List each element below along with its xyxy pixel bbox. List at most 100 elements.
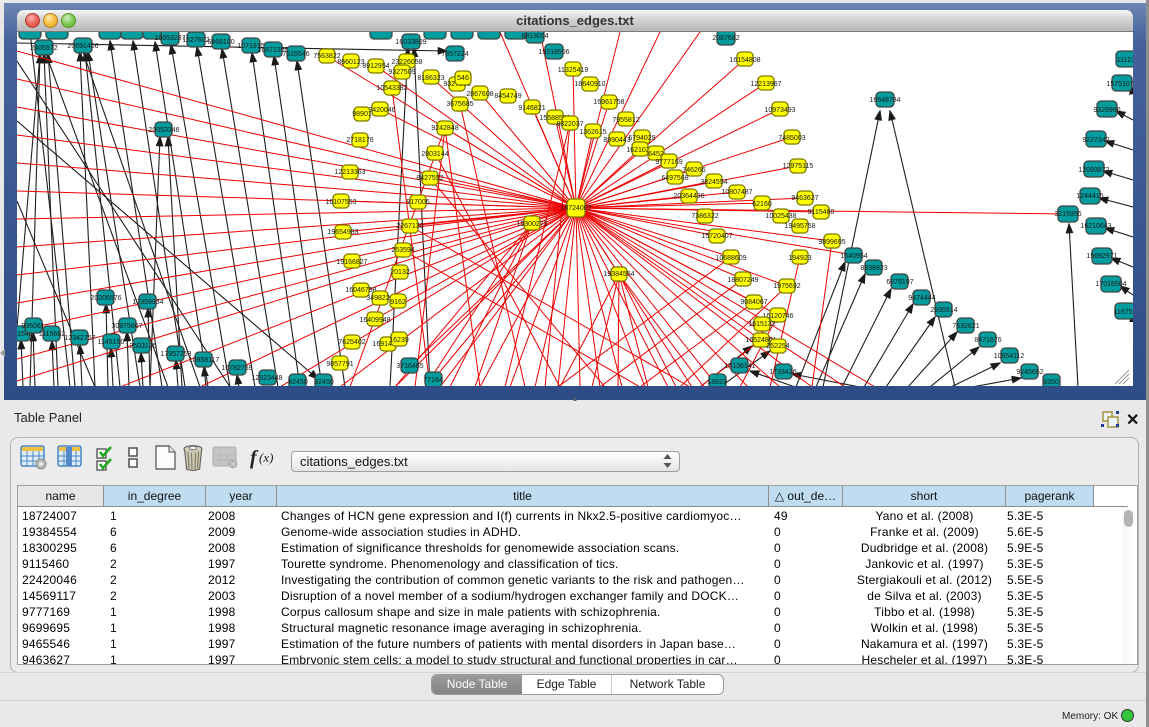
svg-text:10543382: 10543382: [376, 85, 407, 92]
svg-text:16409948: 16409948: [359, 317, 390, 324]
svg-text:30975867: 30975867: [111, 323, 142, 330]
svg-text:8322037: 8322037: [556, 121, 583, 128]
svg-text:2718176: 2718176: [346, 137, 373, 144]
svg-text:6466160: 6466160: [207, 39, 234, 46]
svg-text:9227342: 9227342: [1082, 137, 1109, 144]
svg-text:82450: 82450: [288, 379, 308, 386]
svg-text:12213363: 12213363: [334, 169, 365, 176]
svg-text:6794028: 6794028: [628, 135, 655, 142]
svg-text:194923: 194923: [788, 255, 811, 262]
svg-text:92450: 92450: [314, 379, 334, 386]
svg-text:8471676: 8471676: [974, 337, 1001, 344]
svg-text:9350: 9350: [1043, 379, 1059, 386]
svg-text:1145190: 1145190: [98, 339, 125, 346]
svg-text:16210643: 16210643: [1080, 223, 1111, 230]
svg-text:10807487: 10807487: [721, 189, 752, 196]
svg-text:9084067: 9084067: [740, 299, 767, 306]
svg-text:10973493: 10973493: [764, 107, 795, 114]
svg-text:10958117: 10958117: [189, 357, 220, 364]
svg-text:6879197: 6879197: [886, 279, 913, 286]
svg-text:7625402: 7625402: [338, 339, 365, 346]
svg-text:8186323: 8186323: [417, 75, 444, 82]
svg-text:18807249: 18807249: [727, 277, 758, 284]
svg-text:9242848: 9242848: [431, 125, 458, 132]
svg-text:16782759: 16782759: [221, 365, 252, 372]
svg-text:12213967: 12213967: [750, 81, 781, 88]
svg-text:7386322: 7386322: [691, 213, 718, 220]
svg-text:9777169: 9777169: [655, 159, 682, 166]
svg-text:2935514: 2935514: [930, 307, 957, 314]
svg-text:7632621: 7632621: [952, 323, 979, 330]
svg-text:19166827: 19166827: [336, 259, 367, 266]
svg-text:10653287: 10653287: [154, 35, 185, 42]
svg-text:7515546: 7515546: [282, 51, 309, 58]
svg-text:14136141: 14136141: [724, 363, 755, 370]
svg-text:9463627: 9463627: [791, 195, 818, 202]
svg-text:9146821: 9146821: [518, 105, 545, 112]
svg-text:8427552: 8427552: [416, 175, 443, 182]
svg-text:15692971: 15692971: [1086, 253, 1117, 260]
svg-text:(x): (x): [259, 450, 273, 465]
svg-text:10654112: 10654112: [994, 353, 1025, 360]
svg-text:8938923: 8938923: [860, 265, 887, 272]
svg-text:8813054: 8813054: [521, 33, 548, 40]
svg-text:17359934: 17359934: [132, 299, 163, 306]
svg-text:1733426: 1733426: [769, 369, 796, 376]
svg-text:7485003: 7485003: [778, 135, 805, 142]
svg-text:16154808: 16154808: [729, 57, 760, 64]
svg-text:12342757: 12342757: [64, 335, 95, 342]
svg-text:3824554: 3824554: [700, 179, 727, 186]
svg-text:17016504: 17016504: [1095, 281, 1126, 288]
svg-text:2405572: 2405572: [30, 45, 57, 52]
svg-text:546: 546: [457, 75, 469, 82]
svg-text:10688609: 10688609: [715, 255, 746, 262]
svg-text:10025438: 10025438: [765, 213, 796, 220]
svg-text:935061: 935061: [21, 323, 44, 330]
svg-text:253594: 253594: [391, 247, 414, 254]
svg-text:20691406: 20691406: [67, 43, 98, 50]
svg-text:2803144: 2803144: [421, 151, 448, 158]
svg-text:12503135: 12503135: [125, 343, 156, 350]
svg-text:9329966: 9329966: [1093, 107, 1120, 114]
svg-text:15751074: 15751074: [1106, 81, 1133, 88]
svg-text:19300273: 19300273: [516, 221, 547, 228]
svg-text:16648784: 16648784: [869, 97, 900, 104]
svg-text:12093872: 12093872: [1078, 167, 1109, 174]
svg-text:19495758: 19495758: [784, 223, 815, 230]
svg-text:7955812: 7955812: [612, 117, 639, 124]
svg-text:3675685: 3675685: [446, 101, 473, 108]
svg-text:252254: 252254: [766, 343, 789, 350]
svg-text:18640910: 18640910: [574, 81, 605, 88]
svg-text:19218506: 19218506: [538, 49, 569, 56]
svg-text:8990443: 8990443: [603, 137, 630, 144]
svg-text:12975115: 12975115: [783, 163, 814, 170]
svg-text:746266: 746266: [682, 167, 705, 174]
svg-text:9899695: 9899695: [818, 239, 845, 246]
svg-text:1244415: 1244415: [1076, 193, 1103, 200]
svg-text:11123: 11123: [1117, 57, 1133, 64]
svg-text:19384554: 19384554: [603, 271, 634, 278]
svg-text:1115682: 1115682: [39, 331, 65, 338]
svg-text:20364436: 20364436: [673, 193, 704, 200]
svg-text:9115460: 9115460: [808, 209, 835, 216]
svg-text:19654983: 19654983: [327, 229, 358, 236]
svg-text:6497568: 6497568: [661, 175, 688, 182]
svg-text:9245652: 9245652: [1016, 369, 1043, 376]
svg-text:16961758: 16961758: [593, 99, 624, 106]
svg-text:18724007: 18724007: [560, 205, 591, 212]
svg-text:2087682: 2087682: [712, 35, 739, 42]
svg-text:1615132: 1615132: [748, 321, 775, 328]
svg-text:62160: 62160: [752, 201, 772, 208]
svg-text:917006: 917006: [406, 199, 429, 206]
svg-text:8912954: 8912954: [362, 63, 389, 70]
svg-text:77164: 77164: [423, 377, 443, 384]
svg-text:20206576: 20206576: [90, 295, 121, 302]
svg-text:16033809: 16033809: [395, 39, 426, 46]
svg-text:1975692: 1975692: [773, 283, 800, 290]
svg-text:9474444: 9474444: [908, 295, 935, 302]
svg-text:2267130: 2267130: [396, 223, 423, 230]
svg-text:16107553: 16107553: [325, 199, 356, 206]
svg-text:f: f: [250, 447, 259, 469]
svg-text:7857224: 7857224: [441, 51, 468, 58]
svg-text:8454749: 8454749: [494, 93, 521, 100]
